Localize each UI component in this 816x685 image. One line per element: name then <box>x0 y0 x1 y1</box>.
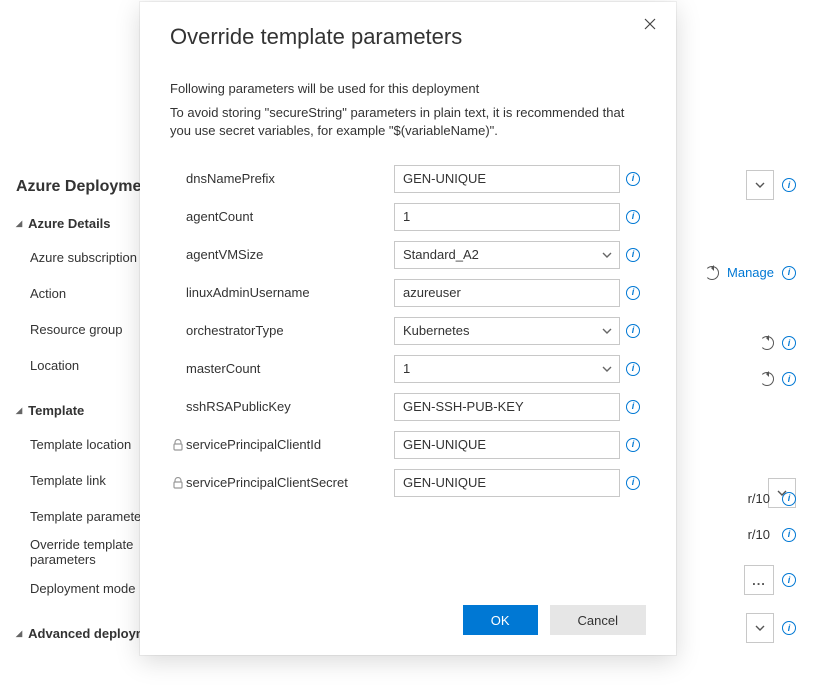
param-row-dns-name-prefix: dnsNamePrefix <box>170 165 646 193</box>
info-icon[interactable] <box>782 266 796 280</box>
lock-icon <box>170 477 186 489</box>
param-select[interactable] <box>394 241 620 269</box>
param-label: linuxAdminUsername <box>186 285 394 300</box>
bg-control-r1 <box>746 170 796 200</box>
param-input[interactable] <box>394 165 620 193</box>
param-select[interactable] <box>394 355 620 383</box>
info-icon[interactable] <box>782 178 796 192</box>
param-row-linux-admin-username: linuxAdminUsername <box>170 279 646 307</box>
info-icon[interactable] <box>620 324 646 338</box>
info-icon[interactable] <box>620 248 646 262</box>
info-icon[interactable] <box>782 372 796 386</box>
param-label: dnsNamePrefix <box>186 171 394 186</box>
param-input[interactable] <box>394 279 620 307</box>
info-icon[interactable] <box>620 172 646 186</box>
bg-control-r8: ... <box>744 565 796 595</box>
info-icon[interactable] <box>782 621 796 635</box>
param-input-wrap <box>394 355 620 383</box>
param-input[interactable] <box>394 431 620 459</box>
bg-control-r3 <box>760 336 796 350</box>
refresh-icon[interactable] <box>760 372 774 386</box>
cancel-button[interactable]: Cancel <box>550 605 646 635</box>
info-icon[interactable] <box>620 362 646 376</box>
dialog-title: Override template parameters <box>170 24 646 50</box>
param-label: masterCount <box>186 361 394 376</box>
param-label: orchestratorType <box>186 323 394 338</box>
close-button[interactable] <box>638 14 662 38</box>
param-row-service-principal-client-secret: servicePrincipalClientSecret <box>170 469 646 497</box>
bg-control-r7: r/10 <box>748 527 796 542</box>
chevron-down-icon[interactable] <box>746 170 774 200</box>
param-row-service-principal-client-id: servicePrincipalClientId <box>170 431 646 459</box>
refresh-icon[interactable] <box>705 266 719 280</box>
info-icon[interactable] <box>620 400 646 414</box>
bg-control-r2: Manage <box>705 265 796 280</box>
param-input[interactable] <box>394 203 620 231</box>
param-label: servicePrincipalClientSecret <box>186 475 394 490</box>
param-label: servicePrincipalClientId <box>186 437 394 452</box>
param-input-wrap <box>394 469 620 497</box>
param-input-wrap <box>394 317 620 345</box>
override-template-parameters-dialog: Override template parameters Following p… <box>140 2 676 655</box>
ok-button[interactable]: OK <box>463 605 538 635</box>
refresh-icon[interactable] <box>760 336 774 350</box>
param-row-agent-v-m-size: agentVMSize <box>170 241 646 269</box>
param-input[interactable] <box>394 469 620 497</box>
bg-control-r4 <box>760 372 796 386</box>
param-row-master-count: masterCount <box>170 355 646 383</box>
dialog-desc-2: To avoid storing "secureString" paramete… <box>170 104 646 140</box>
info-icon[interactable] <box>782 336 796 350</box>
info-icon[interactable] <box>782 492 796 506</box>
param-row-agent-count: agentCount <box>170 203 646 231</box>
dialog-desc-1: Following parameters will be used for th… <box>170 80 646 98</box>
ellipsis-button[interactable]: ... <box>744 565 774 595</box>
lock-icon <box>170 439 186 451</box>
bg-control-r9 <box>746 613 796 643</box>
param-input-wrap <box>394 279 620 307</box>
param-input-wrap <box>394 203 620 231</box>
param-label: sshRSAPublicKey <box>186 399 394 414</box>
param-input[interactable] <box>394 393 620 421</box>
info-icon[interactable] <box>620 286 646 300</box>
param-label: agentCount <box>186 209 394 224</box>
param-row-ssh-r-s-a-public-key: sshRSAPublicKey <box>170 393 646 421</box>
bg-control-r6: r/10 <box>748 491 796 506</box>
info-icon[interactable] <box>620 476 646 490</box>
param-select[interactable] <box>394 317 620 345</box>
param-input-wrap <box>394 393 620 421</box>
param-input-wrap <box>394 241 620 269</box>
info-icon[interactable] <box>782 528 796 542</box>
manage-link[interactable]: Manage <box>727 265 774 280</box>
param-input-wrap <box>394 431 620 459</box>
dialog-footer: OK Cancel <box>170 585 646 635</box>
param-row-orchestrator-type: orchestratorType <box>170 317 646 345</box>
param-input-wrap <box>394 165 620 193</box>
param-label: agentVMSize <box>186 247 394 262</box>
chevron-down-icon[interactable] <box>746 613 774 643</box>
info-icon[interactable] <box>782 573 796 587</box>
parameter-list: dnsNamePrefix agentCount agentVMSize linuxA… <box>170 165 646 497</box>
info-icon[interactable] <box>620 438 646 452</box>
info-icon[interactable] <box>620 210 646 224</box>
